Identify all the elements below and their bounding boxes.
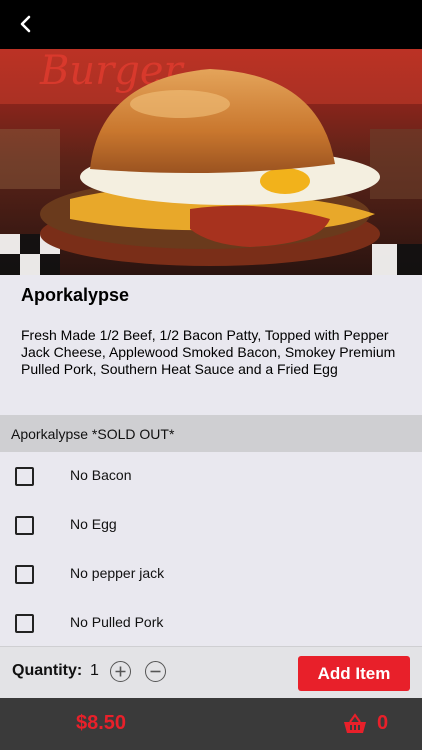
option-label: No Egg bbox=[70, 516, 117, 532]
footer-bar: $8.50 0 bbox=[0, 698, 422, 750]
option-label: No Pulled Pork bbox=[70, 614, 164, 630]
item-title: Aporkalypse bbox=[21, 285, 130, 305]
total-price: $8.50 bbox=[76, 712, 127, 734]
checkbox[interactable] bbox=[15, 467, 34, 486]
option-row[interactable]: No pepper jack bbox=[0, 550, 422, 599]
add-item-button[interactable]: Add Item bbox=[298, 656, 410, 691]
option-row[interactable]: No Bacon bbox=[0, 452, 422, 501]
plus-icon bbox=[115, 666, 126, 677]
decrease-quantity-button[interactable] bbox=[145, 661, 166, 682]
increase-quantity-button[interactable] bbox=[110, 661, 131, 682]
quantity-bar: Quantity: 1 Add Item bbox=[0, 646, 422, 699]
back-button[interactable] bbox=[14, 12, 38, 36]
quantity-label: Quantity: bbox=[12, 662, 83, 679]
cart-button[interactable] bbox=[343, 713, 367, 735]
quantity-value: 1 bbox=[90, 662, 99, 679]
option-row[interactable]: No Egg bbox=[0, 501, 422, 550]
checkbox[interactable] bbox=[15, 614, 34, 633]
basket-icon bbox=[344, 713, 366, 733]
checkbox[interactable] bbox=[15, 516, 34, 535]
checkbox[interactable] bbox=[15, 565, 34, 584]
option-label: No Bacon bbox=[70, 467, 132, 483]
chevron-left-icon bbox=[20, 15, 31, 33]
top-bar bbox=[0, 0, 422, 49]
cart-count: 0 bbox=[377, 712, 389, 734]
item-description: Fresh Made 1/2 Beef, 1/2 Bacon Patty, To… bbox=[21, 327, 396, 377]
minus-icon bbox=[150, 670, 161, 673]
options-section-title: Aporkalypse *SOLD OUT* bbox=[11, 426, 175, 442]
options-section-header: Aporkalypse *SOLD OUT* bbox=[0, 415, 422, 452]
burger-photo: Burger bbox=[0, 49, 422, 275]
option-label: No pepper jack bbox=[70, 565, 165, 581]
option-row[interactable]: No Pulled Pork bbox=[0, 599, 422, 648]
